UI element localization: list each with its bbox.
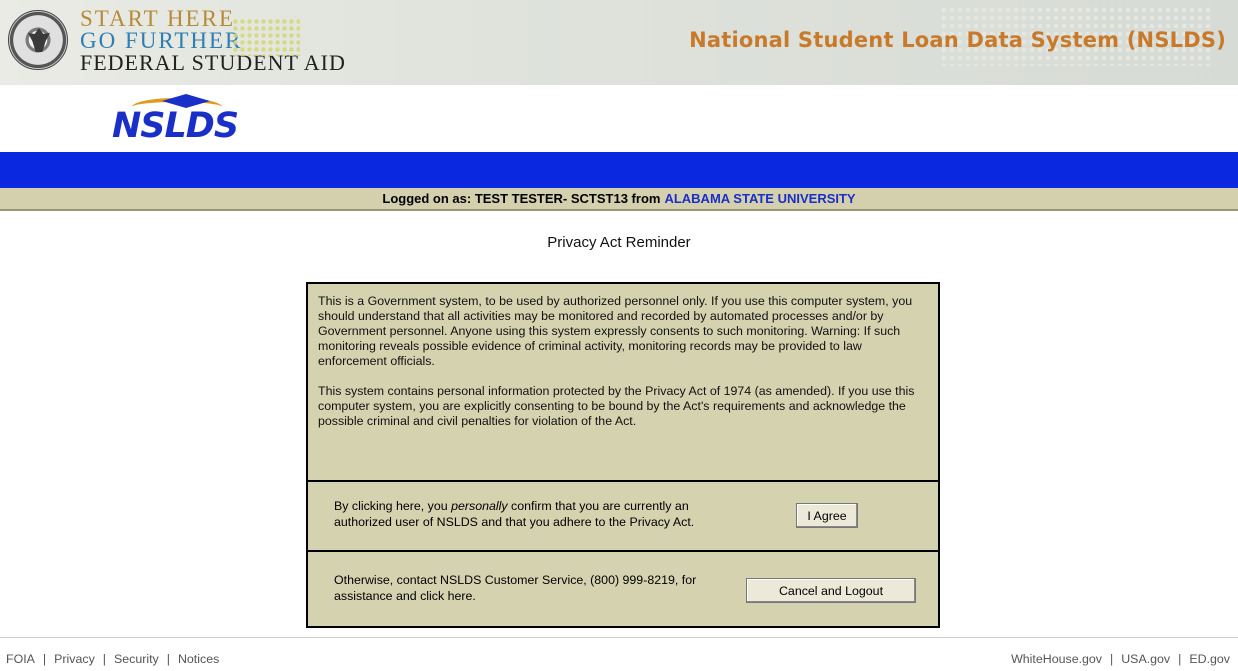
- cancel-section: Otherwise, contact NSLDS Customer Servic…: [308, 554, 938, 626]
- footer-link-foia[interactable]: FOIA: [6, 652, 35, 666]
- site-header: START HERE GO FURTHER FEDERAL STUDENT AI…: [0, 0, 1238, 85]
- agree-text-emphasis: personally: [451, 499, 508, 513]
- notice-paragraph-2: This system contains personal informatio…: [318, 384, 915, 428]
- footer-link-whitehouse[interactable]: WhiteHouse.gov: [1011, 652, 1102, 666]
- cancel-statement: Otherwise, contact NSLDS Customer Servic…: [334, 573, 697, 603]
- separator: |: [1110, 652, 1114, 666]
- eagle-icon: [28, 28, 50, 52]
- page-title: Privacy Act Reminder: [547, 234, 691, 251]
- fsa-logo-line2: GO FURTHER: [80, 28, 243, 53]
- institution-name: ALABAMA STATE UNIVERSITY: [664, 191, 856, 206]
- agree-button[interactable]: I Agree: [796, 503, 858, 528]
- footer-link-usa[interactable]: USA.gov: [1121, 652, 1170, 666]
- footer-left-links: FOIA | Privacy | Security | Notices: [6, 652, 219, 666]
- fsa-logo-line3: FEDERAL STUDENT AID: [80, 50, 346, 75]
- fsa-logo-line1: START HERE: [80, 6, 236, 31]
- privacy-notice-box: This is a Government system, to be used …: [306, 282, 940, 628]
- footer-divider: [0, 637, 1238, 638]
- separator: |: [166, 652, 170, 666]
- agree-section: By clicking here, you personally confirm…: [308, 482, 938, 552]
- notice-paragraph-1: This is a Government system, to be used …: [318, 294, 913, 368]
- notice-section: This is a Government system, to be used …: [308, 284, 938, 482]
- agree-text-before: By clicking here, you: [334, 499, 448, 513]
- cancel-logout-button[interactable]: Cancel and Logout: [746, 578, 916, 603]
- separator: |: [1178, 652, 1182, 666]
- footer-link-ed[interactable]: ED.gov: [1189, 652, 1230, 666]
- footer-link-notices[interactable]: Notices: [178, 652, 219, 666]
- footer-link-privacy[interactable]: Privacy: [54, 652, 95, 666]
- nav-bar: [0, 152, 1238, 188]
- department-seal-icon: [8, 10, 68, 70]
- nslds-logo-text: NSLDS: [112, 106, 239, 146]
- site-title: National Student Loan Data System (NSLDS…: [689, 28, 1226, 52]
- fsa-logo[interactable]: START HERE GO FURTHER FEDERAL STUDENT AI…: [80, 6, 346, 75]
- nslds-logo[interactable]: NSLDS: [112, 94, 262, 146]
- agree-statement: By clicking here, you personally confirm…: [334, 498, 734, 530]
- logo-dots: [232, 18, 300, 56]
- login-status-bar: Logged on as: TEST TESTER- SCTST13 from …: [0, 188, 1238, 211]
- login-status-text: Logged on as: TEST TESTER- SCTST13 from: [382, 191, 661, 206]
- separator: |: [42, 652, 47, 666]
- separator: |: [102, 652, 106, 666]
- footer-link-security[interactable]: Security: [114, 652, 159, 666]
- footer-right-links: WhiteHouse.gov | USA.gov | ED.gov: [1011, 652, 1230, 666]
